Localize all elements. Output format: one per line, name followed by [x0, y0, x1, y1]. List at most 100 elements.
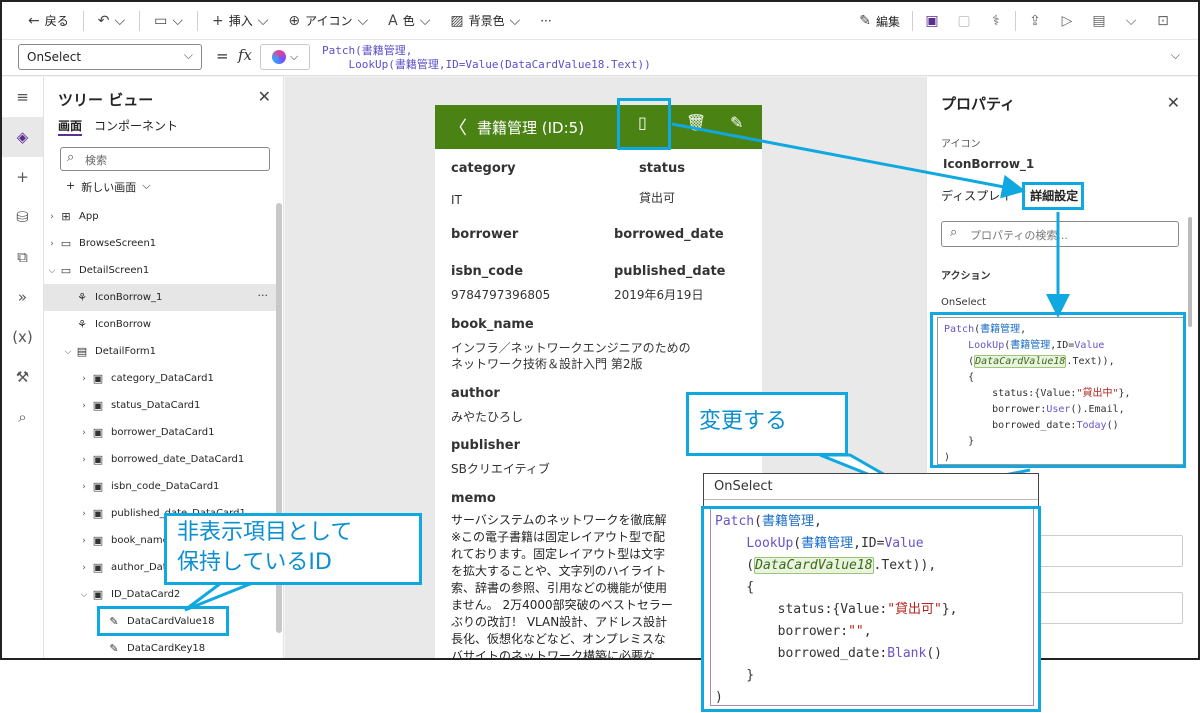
- datacard-icon: ▣: [92, 480, 104, 493]
- undo-button[interactable]: ↶ ⌵: [90, 7, 133, 35]
- stethoscope-icon[interactable]: ⚕: [981, 7, 1011, 35]
- divider: [82, 10, 84, 31]
- tree-list: › ⊞ App › ▭ BrowseScreen1 ⌵ ▭ DetailScreen1 ⚘ Icon…: [44, 203, 276, 658]
- back-button[interactable]: ← 戻る: [20, 7, 77, 35]
- borrow-icon-highlight: [617, 98, 671, 150]
- chevron-right-icon[interactable]: ›: [78, 401, 90, 411]
- borrowed-date-field: borrowed_date: [614, 227, 724, 242]
- chevron-right-icon[interactable]: ›: [78, 482, 90, 492]
- property-search-input[interactable]: ⌕ プロパティの検索...: [941, 221, 1179, 247]
- app-header: 〈 書籍管理 (ID:5) ▯ 🗑 ✎: [435, 105, 762, 149]
- published-date-field: published_date 2019年6月19日: [614, 264, 726, 302]
- formula-box-highlight: [930, 312, 1186, 468]
- chevron-right-icon[interactable]: ›: [78, 509, 90, 519]
- tree-node-label: DetailScreen1: [79, 265, 150, 276]
- property-dropdown[interactable]: OnSelect ⌵: [18, 44, 202, 70]
- tree-search-input[interactable]: ⌕ 検索: [60, 147, 270, 171]
- new-formula-highlight: [701, 506, 1041, 712]
- datacard-icon: ▣: [92, 426, 104, 439]
- clipboard-icon: ▭: [154, 12, 168, 29]
- app-checker-icon[interactable]: ▣: [917, 7, 947, 35]
- more-options-icon[interactable]: ···: [258, 289, 269, 302]
- tools-icon[interactable]: ⚒: [2, 357, 43, 397]
- layers-icon[interactable]: ◈: [2, 117, 43, 157]
- tree-node[interactable]: ⌵ ▣ ID_DataCard2: [44, 581, 276, 608]
- fx-icon: fx: [238, 46, 253, 64]
- chevron-right-icon[interactable]: ⌵: [62, 347, 74, 357]
- tree-node[interactable]: ⚘ IconBorrow: [44, 311, 276, 338]
- tree-node[interactable]: › ▣ category_DataCard1: [44, 365, 276, 392]
- chevron-right-icon[interactable]: ›: [78, 563, 90, 573]
- tree-node-label: borrower_DataCard1: [111, 427, 215, 438]
- equals-sign: =: [216, 47, 229, 65]
- tab-components[interactable]: コンポーネント: [94, 117, 178, 136]
- variables-icon[interactable]: (x): [2, 317, 43, 357]
- database-icon[interactable]: ⛁: [2, 197, 43, 237]
- trash-icon[interactable]: 🗑: [686, 113, 706, 132]
- borrower-field: borrower: [451, 227, 519, 242]
- color-button[interactable]: A 色 ⌵: [380, 7, 438, 35]
- chevron-down-icon: ⌵: [509, 12, 521, 29]
- share-icon[interactable]: ⇪: [1020, 7, 1050, 35]
- play-icon[interactable]: ▷: [1052, 7, 1082, 35]
- tree-node[interactable]: › ▣ borrowed_date_DataCard1: [44, 446, 276, 473]
- edit-button[interactable]: ✎ 編集: [851, 7, 908, 35]
- chevron-right-icon[interactable]: ⌵: [46, 266, 58, 276]
- chevron-right-icon[interactable]: ›: [46, 239, 58, 249]
- close-icon[interactable]: ✕: [258, 87, 271, 106]
- plus-icon[interactable]: +: [2, 157, 43, 197]
- chevron-right-icon[interactable]: ›: [78, 428, 90, 438]
- more-button[interactable]: ···: [532, 7, 559, 35]
- background-color-button[interactable]: ▨ 背景色 ⌵: [442, 7, 528, 35]
- comment-icon[interactable]: ▢: [949, 7, 979, 35]
- tree-node[interactable]: ⌵ ▭ DetailScreen1: [44, 257, 276, 284]
- formula-header: OnSelect: [704, 474, 1038, 500]
- chevron-down-icon[interactable]: ⌵: [1116, 7, 1146, 35]
- chevron-right-icon[interactable]: ›: [78, 455, 90, 465]
- tree-node[interactable]: › ▣ status_DataCard1: [44, 392, 276, 419]
- tree-node[interactable]: ✎ DataCardKey18: [44, 635, 276, 658]
- tree-node[interactable]: › ▣ borrower_DataCard1: [44, 419, 276, 446]
- datacard-icon: ▣: [92, 534, 104, 547]
- close-icon[interactable]: ✕: [1167, 93, 1180, 112]
- hamburger-icon[interactable]: ≡: [2, 77, 43, 117]
- chevron-down-icon: ⌵: [172, 12, 183, 29]
- chevron-down-icon: ⌵: [257, 12, 269, 29]
- media-icon[interactable]: ⧉: [2, 237, 43, 277]
- category-field: category IT: [451, 161, 516, 207]
- properties-scrollbar[interactable]: [1188, 217, 1192, 327]
- tab-screens[interactable]: 画面: [58, 117, 83, 136]
- tab-display[interactable]: ディスプレイ: [941, 187, 1012, 204]
- search-icon[interactable]: ⌕: [2, 397, 43, 437]
- chevron-right-icon[interactable]: ⌵: [78, 590, 90, 600]
- power-automate-icon[interactable]: »: [2, 277, 43, 317]
- new-screen-button[interactable]: + 新しい画面 ⌵: [66, 179, 151, 195]
- pencil-icon[interactable]: ✎: [730, 113, 743, 132]
- insert-button[interactable]: + 挿入 ⌵: [204, 7, 276, 35]
- formula-input[interactable]: Patch(書籍管理, LookUp(書籍管理,ID=Value(DataCar…: [322, 44, 1162, 72]
- save-icon[interactable]: ▤: [1084, 7, 1114, 35]
- paste-button[interactable]: ▭ ⌵: [146, 7, 191, 35]
- datacard-icon: ▣: [92, 588, 104, 601]
- chevron-right-icon[interactable]: ›: [78, 536, 90, 546]
- icon-button[interactable]: ⊕ アイコン ⌵: [280, 7, 376, 35]
- chevron-left-icon[interactable]: 〈: [449, 114, 467, 140]
- tree-node[interactable]: › ▣ isbn_code_DataCard1: [44, 473, 276, 500]
- chevron-right-icon[interactable]: ›: [46, 212, 58, 222]
- tree-node[interactable]: ⌵ ▤ DetailForm1: [44, 338, 276, 365]
- tree-node-label: IconBorrow: [95, 319, 152, 330]
- app-icon: ⊞: [61, 210, 71, 223]
- tree-node[interactable]: ⚘ IconBorrow_1 ···: [44, 284, 276, 311]
- chevron-right-icon[interactable]: ›: [78, 374, 90, 384]
- tree-node[interactable]: › ⊞ App: [44, 203, 276, 230]
- datacard-icon: ▣: [92, 453, 104, 466]
- publisher-field: publisher SBクリエイティブ: [451, 438, 550, 476]
- screen-icon: ▭: [60, 237, 72, 250]
- tree-node-label: App: [79, 211, 99, 222]
- expand-formula-icon[interactable]: ⌵: [1171, 48, 1180, 63]
- tree-node[interactable]: › ▭ BrowseScreen1: [44, 230, 276, 257]
- copilot-button[interactable]: ⌵: [260, 44, 310, 70]
- publish-icon[interactable]: ⊡: [1148, 7, 1178, 35]
- plus-icon: +: [66, 179, 76, 192]
- hidden-id-callout: 非表示項目として 保持しているID: [164, 513, 422, 585]
